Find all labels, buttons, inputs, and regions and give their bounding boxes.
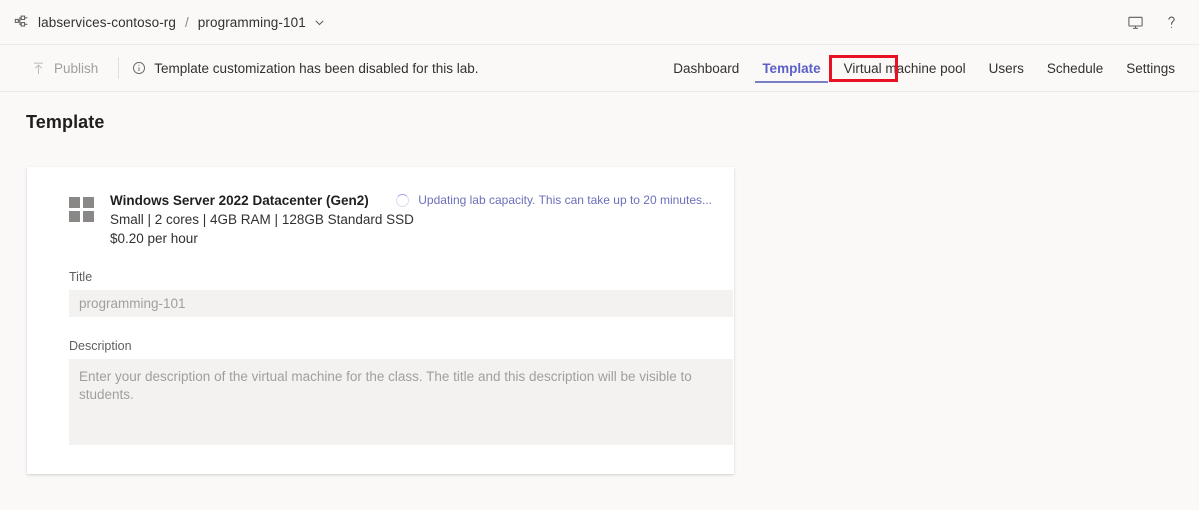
template-disabled-message: Template customization has been disabled… [132, 61, 478, 76]
spinner-icon [396, 193, 410, 207]
title-input[interactable] [69, 290, 733, 317]
breadcrumb-lab-name[interactable]: programming-101 [198, 15, 306, 30]
publish-button[interactable]: Publish [25, 53, 104, 83]
topbar-actions [1119, 6, 1199, 38]
publish-upload-icon [31, 61, 46, 76]
help-question-icon[interactable] [1155, 6, 1187, 38]
lab-nav-tabs: Dashboard Template Virtual machine pool … [665, 45, 1199, 92]
lab-capacity-status: Updating lab capacity. This can take up … [396, 193, 712, 207]
description-field-group: Description [49, 339, 733, 450]
template-card: Windows Server 2022 Datacenter (Gen2) Sm… [27, 167, 734, 474]
windows-logo-icon [69, 197, 94, 222]
display-icon[interactable] [1119, 6, 1151, 38]
command-bar-divider [118, 57, 120, 79]
title-field-group: Title [49, 270, 733, 317]
tab-schedule[interactable]: Schedule [1039, 45, 1111, 92]
breadcrumb-separator: / [185, 14, 189, 30]
template-disabled-message-text: Template customization has been disabled… [154, 60, 479, 76]
vm-price: $0.20 per hour [110, 231, 198, 246]
vm-details: Windows Server 2022 Datacenter (Gen2) Sm… [110, 189, 414, 248]
publish-button-label: Publish [54, 60, 99, 76]
resource-group-icon [13, 13, 31, 31]
command-bar: Publish Template customization has been … [0, 45, 1199, 92]
vm-size-spec: Small | 2 cores | 4GB RAM | 128GB Standa… [110, 212, 414, 227]
tab-template[interactable]: Template [754, 45, 828, 92]
app-root: labservices-contoso-rg / programming-101 [0, 0, 1199, 510]
top-breadcrumb-bar: labservices-contoso-rg / programming-101 [0, 0, 1199, 45]
tab-dashboard[interactable]: Dashboard [665, 45, 747, 92]
tab-virtual-machine-pool[interactable]: Virtual machine pool [836, 45, 974, 92]
tab-users[interactable]: Users [981, 45, 1032, 92]
title-field-label: Title [69, 270, 93, 284]
tab-settings[interactable]: Settings [1118, 45, 1183, 92]
breadcrumb: labservices-contoso-rg / programming-101 [0, 13, 325, 31]
info-circle-icon [132, 61, 146, 75]
lab-capacity-status-text: Updating lab capacity. This can take up … [418, 193, 712, 207]
chevron-down-icon[interactable] [314, 17, 325, 28]
breadcrumb-resource-group[interactable]: labservices-contoso-rg [38, 15, 176, 30]
description-field-label: Description [69, 339, 132, 353]
vm-header: Windows Server 2022 Datacenter (Gen2) Sm… [49, 189, 712, 248]
main-content: Template Windows Server 2022 Datacenter … [0, 92, 1199, 510]
description-textarea[interactable] [69, 359, 733, 445]
page-title: Template [26, 112, 105, 132]
vm-image-name: Windows Server 2022 Datacenter (Gen2) [110, 193, 369, 208]
